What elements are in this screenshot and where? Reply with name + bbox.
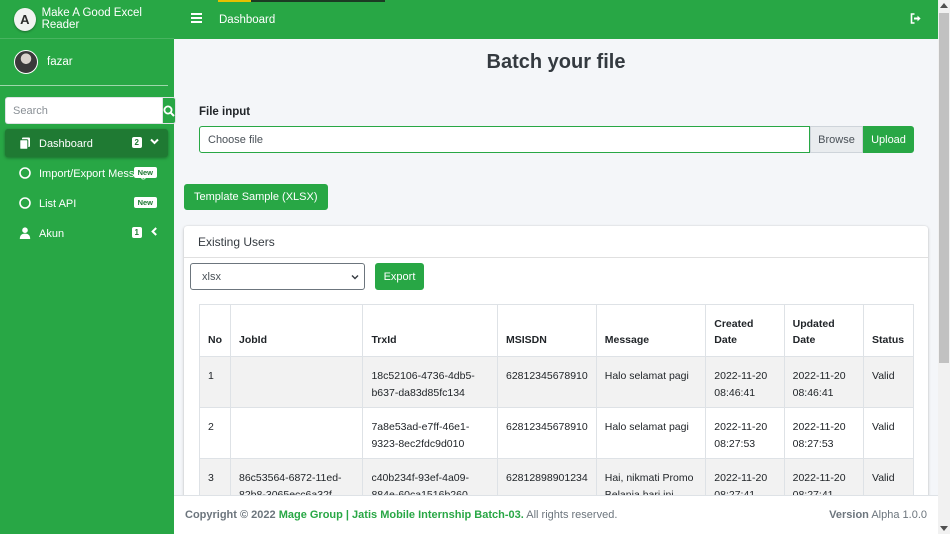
file-input[interactable]: Choose file <box>199 126 810 153</box>
menu-toggle-button[interactable] <box>191 13 202 26</box>
table-cell: 7a8e53ad-e7ff-46e1-9323-8ec2fdc9d010 <box>362 407 498 459</box>
column-header: TrxId <box>362 304 498 357</box>
format-select[interactable]: xlsx <box>190 263 365 290</box>
file-input-label: File input <box>199 106 251 118</box>
footer-version: Version Alpha 1.0.0 <box>829 509 927 521</box>
user-name: fazar <box>47 56 73 68</box>
table-cell: 2022-11-20 08:27:53 <box>705 407 785 459</box>
scrollbar-thumb[interactable] <box>939 13 949 363</box>
table-row: 1 18c52106-4736-4db5-b637-da83d85fc134 6… <box>199 356 915 408</box>
user-icon <box>19 227 31 239</box>
column-header: Message <box>595 304 707 357</box>
table-cell: 2022-11-20 08:46:41 <box>783 356 864 408</box>
scroll-down-arrow-icon[interactable] <box>940 526 948 531</box>
count-badge: 2 <box>131 137 142 148</box>
page-scrollbar[interactable] <box>938 0 950 534</box>
topbar: Dashboard <box>174 0 938 39</box>
avatar <box>14 50 38 74</box>
version-value: Alpha 1.0.0 <box>871 509 927 521</box>
table-cell: 18c52106-4736-4db5-b637-da83d85fc134 <box>362 356 498 408</box>
sidebar-item-dashboard[interactable]: Dashboard 2 <box>5 129 168 157</box>
footer: Copyright © 2022 Mage Group | Jatis Mobi… <box>174 495 938 534</box>
card-title: Existing Users <box>184 226 928 258</box>
sidebar-item-list-api[interactable]: List API New <box>5 189 168 219</box>
table-cell: Halo selamat pagi <box>595 407 707 459</box>
circle-icon <box>19 197 31 209</box>
user-panel[interactable]: fazar <box>0 39 168 86</box>
sidebar-item-akun[interactable]: Akun 1 <box>5 219 168 249</box>
main-content: Batch your file File input Choose file B… <box>174 39 938 495</box>
table-cell: c40b234f-93ef-4a09-884e-60ca1516b260 <box>362 458 498 495</box>
table-cell: 2022-11-20 08:27:53 <box>783 407 864 459</box>
table-cell: 62812898901234 <box>496 458 597 495</box>
hamburger-icon <box>191 13 202 23</box>
table-cell: 2022-11-20 08:27:41 <box>783 458 864 495</box>
footer-brand-link[interactable]: Mage Group | Jatis Mobile Internship Bat… <box>279 509 524 521</box>
sidebar-item-import-export[interactable]: Import/Export Message New <box>5 159 168 189</box>
table-cell: 62812345678910 <box>496 356 597 408</box>
table-cell: 1 <box>199 356 231 408</box>
browse-button[interactable]: Browse <box>810 126 863 153</box>
brand-logo: A <box>14 7 36 31</box>
table-row: 2 7a8e53ad-e7ff-46e1-9323-8ec2fdc9d010 6… <box>199 407 915 459</box>
sign-out-icon <box>910 13 921 24</box>
page-title: Batch your file <box>486 51 626 73</box>
footer-copyright: Copyright © 2022 Mage Group | Jatis Mobi… <box>185 509 617 521</box>
table-cell: Valid <box>862 458 915 495</box>
file-input-group: Choose file Browse Upload <box>199 126 914 153</box>
scroll-up-arrow-icon[interactable] <box>940 3 948 8</box>
logout-button[interactable] <box>910 13 922 27</box>
progress-accent <box>251 0 385 2</box>
table-cell: Valid <box>862 356 915 408</box>
count-badge: 1 <box>131 227 142 238</box>
table-cell: 86c53564-6872-11ed-82b8-3065ecc6a32f <box>229 458 364 495</box>
sidebar-search <box>5 97 176 124</box>
version-label: Version <box>829 509 869 521</box>
sidebar-nav: Dashboard 2 Import/Export Message New Li… <box>5 129 168 249</box>
brand-name: Make A Good Excel Reader <box>41 7 142 31</box>
table-cell: Valid <box>862 407 915 459</box>
copy-icon <box>19 137 30 150</box>
existing-users-card: Existing Users xlsx Export No JobId TrxI… <box>184 226 928 495</box>
brand-link[interactable]: A Make A Good Excel Reader <box>0 0 174 39</box>
table-cell: Hai, nikmati Promo Belanja hari ini <box>595 458 707 495</box>
topbar-title[interactable]: Dashboard <box>219 14 275 26</box>
new-badge: New <box>133 197 157 208</box>
template-sample-button[interactable]: Template Sample (XLSX) <box>184 184 328 210</box>
chevron-down-icon <box>150 138 159 145</box>
circle-icon <box>19 167 31 179</box>
sidebar: A Make A Good Excel Reader fazar Dashboa… <box>0 0 176 534</box>
table-header-row: No JobId TrxId MSISDN Message Created Da… <box>199 304 915 357</box>
column-header: JobId <box>229 304 364 357</box>
export-button[interactable]: Export <box>375 263 424 290</box>
rights-text: All rights reserved. <box>526 509 618 521</box>
table-row: 3 86c53564-6872-11ed-82b8-3065ecc6a32f c… <box>199 458 915 495</box>
upload-button[interactable]: Upload <box>863 126 914 153</box>
table-cell: 2022-11-20 08:46:41 <box>705 356 785 408</box>
table-cell: 62812345678910 <box>496 407 597 459</box>
new-badge: New <box>133 167 157 178</box>
format-select-value: xlsx <box>202 270 221 283</box>
column-header: Updated Date <box>783 304 864 357</box>
table-cell: 3 <box>199 458 231 495</box>
chevron-left-icon <box>151 227 157 236</box>
table-cell: 2 <box>199 407 231 459</box>
column-header: No <box>199 304 231 357</box>
table-cell: Halo selamat pagi <box>595 356 707 408</box>
search-input[interactable] <box>5 97 162 124</box>
column-header: Status <box>862 304 915 357</box>
column-header: MSISDN <box>496 304 597 357</box>
table-cell: 2022-11-20 08:27:41 <box>705 458 785 495</box>
users-table: No JobId TrxId MSISDN Message Created Da… <box>199 304 915 495</box>
chevron-down-icon <box>351 275 359 280</box>
table-cell <box>229 356 364 408</box>
column-header: Created Date <box>705 304 785 357</box>
copyright-text: Copyright © 2022 <box>185 509 276 521</box>
progress-accent <box>218 0 251 2</box>
table-cell <box>229 407 364 459</box>
